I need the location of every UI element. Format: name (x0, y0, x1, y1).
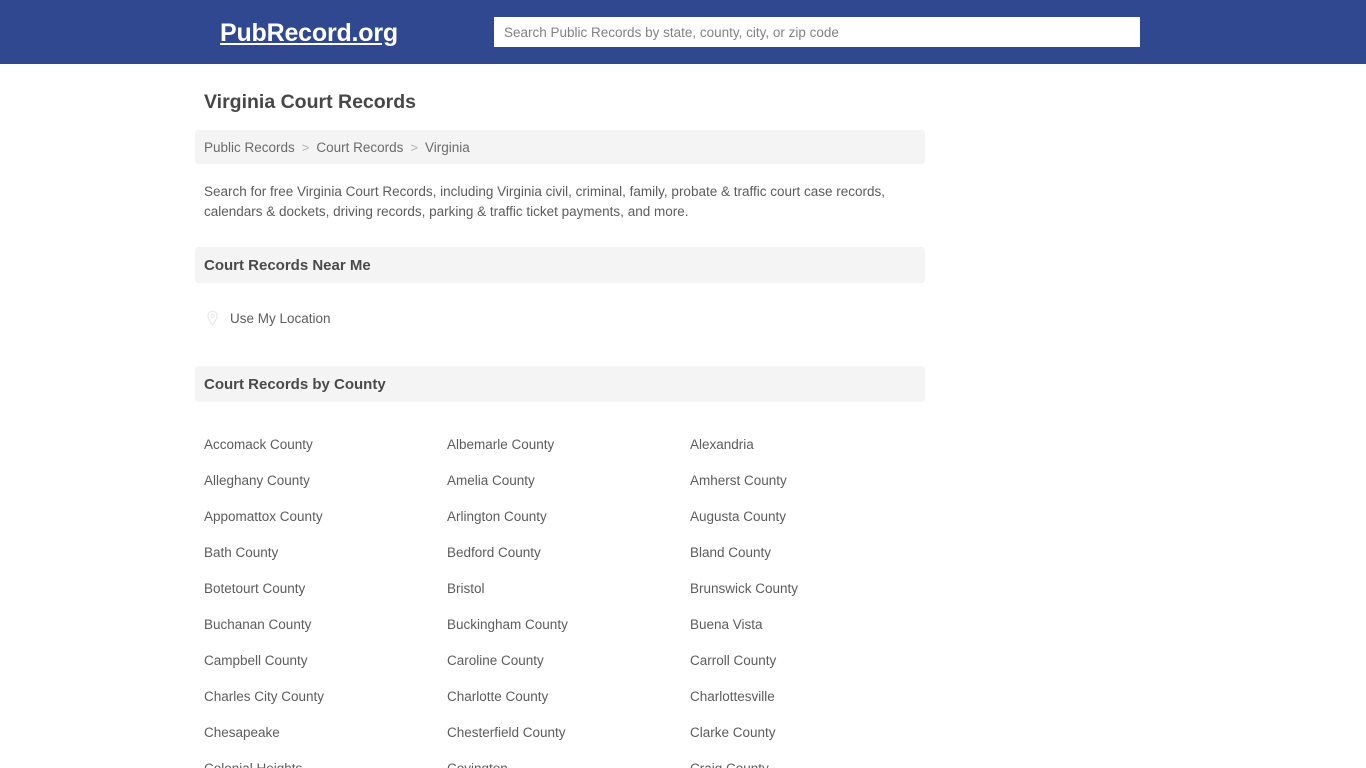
county-link[interactable]: Augusta County (690, 509, 786, 524)
list-item[interactable]: Use My Location (195, 295, 925, 341)
list-item[interactable]: Charlotte County (438, 679, 681, 715)
county-link[interactable]: Arlington County (447, 509, 547, 524)
search-bar[interactable] (494, 17, 1140, 47)
list-item[interactable]: Alexandria (681, 427, 924, 463)
county-link[interactable]: Craig County (690, 761, 769, 768)
county-link[interactable]: Buckingham County (447, 617, 568, 632)
county-link[interactable]: Appomattox County (204, 509, 323, 524)
list-item[interactable]: Caroline County (438, 643, 681, 679)
list-item[interactable]: Botetourt County (195, 571, 438, 607)
county-link[interactable]: Charlotte County (447, 689, 548, 704)
list-item[interactable]: Craig County (681, 751, 924, 768)
list-item[interactable]: Covington (438, 751, 681, 768)
breadcrumb-separator-2: > (410, 139, 419, 155)
list-item[interactable]: Bristol (438, 571, 681, 607)
list-item[interactable]: Charlottesville (681, 679, 924, 715)
county-link[interactable]: Amherst County (690, 473, 787, 488)
county-link[interactable]: Bland County (690, 545, 771, 560)
list-item[interactable]: Clarke County (681, 715, 924, 751)
list-item[interactable]: Campbell County (195, 643, 438, 679)
county-link[interactable]: Buena Vista (690, 617, 763, 632)
near-me-list: Use My Location (195, 295, 925, 341)
county-link[interactable]: Bristol (447, 581, 485, 596)
county-link[interactable]: Albemarle County (447, 437, 554, 452)
list-item[interactable]: Appomattox County (195, 499, 438, 535)
county-link[interactable]: Carroll County (690, 653, 776, 668)
list-item[interactable]: Bath County (195, 535, 438, 571)
county-link[interactable]: Amelia County (447, 473, 535, 488)
use-my-location-link[interactable]: Use My Location (230, 311, 331, 326)
section-heading-near-me: Court Records Near Me (195, 247, 925, 283)
list-item[interactable]: Accomack County (195, 427, 438, 463)
county-link[interactable]: Charles City County (204, 689, 324, 704)
site-logo[interactable]: PubRecord.org (220, 20, 398, 46)
breadcrumb-separator-1: > (301, 139, 310, 155)
list-item[interactable]: Charles City County (195, 679, 438, 715)
county-link[interactable]: Charlottesville (690, 689, 775, 704)
list-item[interactable]: Carroll County (681, 643, 924, 679)
list-item[interactable]: Chesterfield County (438, 715, 681, 751)
breadcrumb: Public Records > Court Records > Virgini… (195, 130, 925, 164)
breadcrumb-item-court-records[interactable]: Court Records (316, 140, 403, 155)
site-header: PubRecord.org (0, 0, 1366, 64)
county-link[interactable]: Colonial Heights (204, 761, 302, 768)
county-link[interactable]: Covington (447, 761, 508, 768)
county-link[interactable]: Clarke County (690, 725, 776, 740)
county-link[interactable]: Alleghany County (204, 473, 310, 488)
county-link[interactable]: Bath County (204, 545, 278, 560)
main-content: Virginia Court Records Public Records > … (195, 64, 925, 768)
county-link[interactable]: Bedford County (447, 545, 541, 560)
list-item[interactable]: Buena Vista (681, 607, 924, 643)
county-link[interactable]: Alexandria (690, 437, 754, 452)
list-item[interactable]: Chesapeake (195, 715, 438, 751)
county-link[interactable]: Buchanan County (204, 617, 311, 632)
list-item[interactable]: Bland County (681, 535, 924, 571)
county-link[interactable]: Chesapeake (204, 725, 280, 740)
county-list: Accomack County Albemarle County Alexandri… (195, 415, 925, 768)
list-item[interactable]: Colonial Heights (195, 751, 438, 768)
page-description: Search for free Virginia Court Records, … (204, 184, 886, 219)
county-link[interactable]: Accomack County (204, 437, 313, 452)
county-link[interactable]: Botetourt County (204, 581, 305, 596)
list-item[interactable]: Augusta County (681, 499, 924, 535)
list-item[interactable]: Albemarle County (438, 427, 681, 463)
list-item[interactable]: Bedford County (438, 535, 681, 571)
list-item[interactable]: Arlington County (438, 499, 681, 535)
breadcrumb-item-virginia[interactable]: Virginia (425, 140, 470, 155)
page-title: Virginia Court Records (204, 91, 417, 113)
section-heading-by-county: Court Records by County (195, 366, 925, 403)
county-link[interactable]: Campbell County (204, 653, 308, 668)
county-link[interactable]: Chesterfield County (447, 725, 566, 740)
list-item[interactable]: Alleghany County (195, 463, 438, 499)
search-input[interactable] (494, 17, 1140, 47)
breadcrumb-item-public-records[interactable]: Public Records (204, 140, 295, 155)
list-item[interactable]: Buchanan County (195, 607, 438, 643)
list-item[interactable]: Buckingham County (438, 607, 681, 643)
list-item[interactable]: Amherst County (681, 463, 924, 499)
list-item[interactable]: Amelia County (438, 463, 681, 499)
county-link[interactable]: Caroline County (447, 653, 544, 668)
location-pin-icon (204, 310, 221, 327)
list-item[interactable]: Brunswick County (681, 571, 924, 607)
county-link[interactable]: Brunswick County (690, 581, 798, 596)
